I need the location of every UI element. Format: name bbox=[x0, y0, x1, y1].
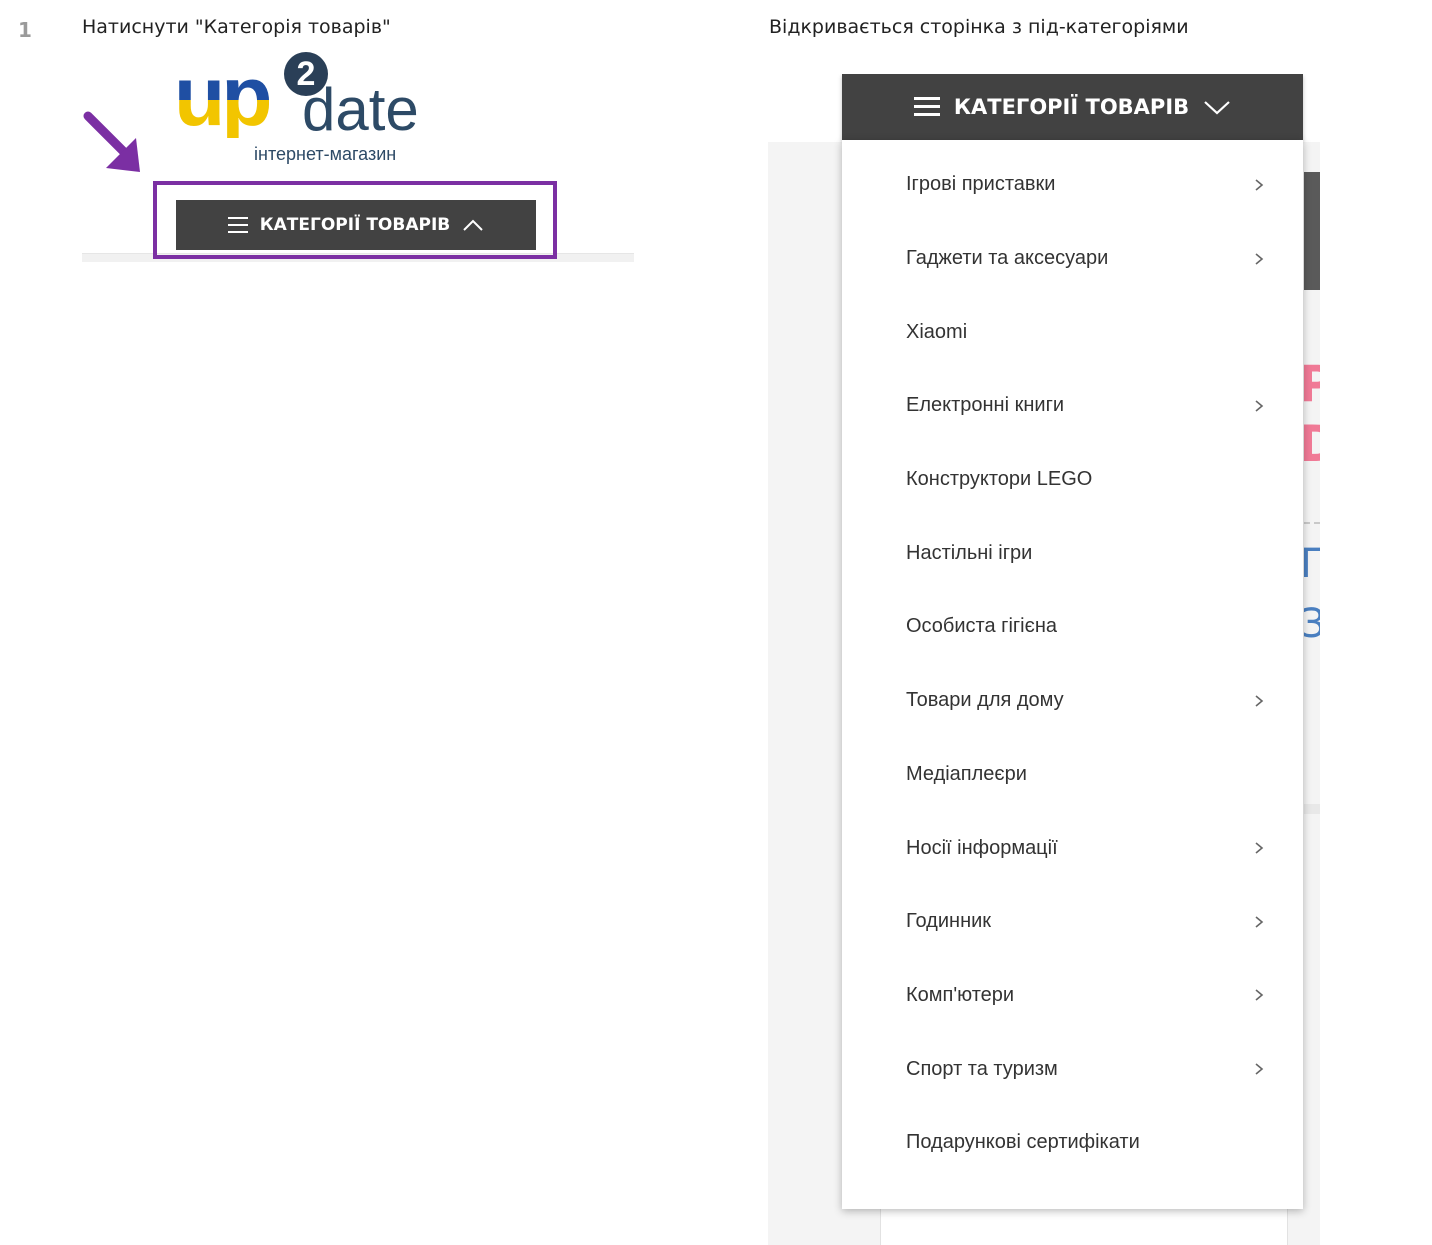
category-item[interactable]: Конструктори LEGO bbox=[842, 443, 1303, 517]
chevron-right-icon bbox=[1255, 695, 1264, 707]
screenshot-after: PD ГЗ КАТЕГОРІЇ ТОВАРІВ Ігрові приставки… bbox=[768, 74, 1320, 1245]
category-label: Комп'ютери bbox=[906, 983, 1015, 1006]
category-label: Електронні книги bbox=[906, 394, 1065, 417]
category-item[interactable]: Комп'ютери bbox=[842, 959, 1303, 1033]
category-item[interactable]: Подарункові сертифікати bbox=[842, 1106, 1303, 1180]
category-label: Ігрові приставки bbox=[906, 173, 1056, 196]
background-panel bbox=[1304, 804, 1320, 814]
category-label: Спорт та туризм bbox=[906, 1057, 1058, 1080]
category-label: Xiaomi bbox=[906, 320, 968, 343]
category-item[interactable]: Товари для дому bbox=[842, 664, 1303, 738]
chevron-up-icon bbox=[463, 219, 483, 231]
category-item[interactable]: Гаджети та аксесуари bbox=[842, 222, 1303, 296]
categories-button[interactable]: КАТЕГОРІЇ ТОВАРІВ bbox=[176, 200, 536, 250]
chevron-right-icon bbox=[1255, 916, 1264, 928]
category-list: Ігрові приставки Гаджети та аксесуари Xiao… bbox=[842, 140, 1303, 1180]
category-label: Носії інформації bbox=[906, 836, 1058, 859]
category-item[interactable]: Ігрові приставки bbox=[842, 148, 1303, 222]
background-banner bbox=[1304, 172, 1320, 290]
category-label: Товари для дому bbox=[906, 689, 1064, 712]
category-item[interactable]: Особиста гігієна bbox=[842, 590, 1303, 664]
categories-button-label: КАТЕГОРІЇ ТОВАРІВ bbox=[259, 215, 451, 235]
categories-dropdown: Ігрові приставки Гаджети та аксесуари Xiao… bbox=[842, 140, 1303, 1209]
category-item[interactable]: Електронні книги bbox=[842, 369, 1303, 443]
category-item[interactable]: Спорт та туризм bbox=[842, 1032, 1303, 1106]
category-item[interactable]: Медіаплеєри bbox=[842, 738, 1303, 812]
category-label: Настільні ігри bbox=[906, 541, 1033, 564]
chevron-down-icon bbox=[1204, 101, 1230, 115]
arrow-down-right-icon bbox=[83, 111, 140, 172]
category-label: Подарункові сертифікати bbox=[906, 1131, 1140, 1154]
store-logo[interactable]: up 2 date інтернет-магазин bbox=[174, 50, 434, 168]
chevron-right-icon bbox=[1255, 842, 1264, 854]
category-label: Гаджети та аксесуари bbox=[906, 247, 1109, 270]
category-label: Годинник bbox=[906, 910, 992, 933]
logo-up-text: up bbox=[174, 49, 273, 143]
categories-header-button[interactable]: КАТЕГОРІЇ ТОВАРІВ bbox=[842, 74, 1303, 140]
step-number: 1 bbox=[18, 18, 32, 42]
instruction-caption: Натиснути "Категорія товарів" bbox=[82, 16, 391, 38]
category-item[interactable]: Годинник bbox=[842, 885, 1303, 959]
chevron-right-icon bbox=[1255, 179, 1264, 191]
category-item[interactable]: Xiaomi bbox=[842, 295, 1303, 369]
category-item[interactable]: Настільні ігри bbox=[842, 516, 1303, 590]
chevron-right-icon bbox=[1255, 989, 1264, 1002]
logo-subtitle: інтернет-магазин bbox=[254, 144, 397, 164]
chevron-right-icon bbox=[1255, 252, 1264, 265]
hamburger-icon bbox=[913, 97, 940, 117]
logo-date-text: date bbox=[302, 76, 419, 143]
screenshot-before: up 2 date інтернет-магазин КАТЕГОРІЇ ТОВ… bbox=[82, 48, 634, 262]
result-caption: Відкривається сторінка з під-категоріями bbox=[769, 16, 1189, 38]
category-label: Особиста гігієна bbox=[906, 615, 1057, 638]
categories-header-label: КАТЕГОРІЇ ТОВАРІВ bbox=[953, 95, 1190, 119]
category-item[interactable]: Носії інформації bbox=[842, 811, 1303, 885]
category-label: Конструктори LEGO bbox=[906, 468, 1093, 491]
chevron-right-icon bbox=[1255, 400, 1264, 412]
background-text: ГЗ bbox=[1304, 544, 1320, 647]
hamburger-icon bbox=[227, 217, 248, 233]
background-divider bbox=[1304, 522, 1320, 524]
chevron-right-icon bbox=[1255, 1063, 1264, 1075]
background-promo: PD bbox=[1304, 359, 1320, 479]
category-label: Медіаплеєри bbox=[906, 762, 1027, 785]
